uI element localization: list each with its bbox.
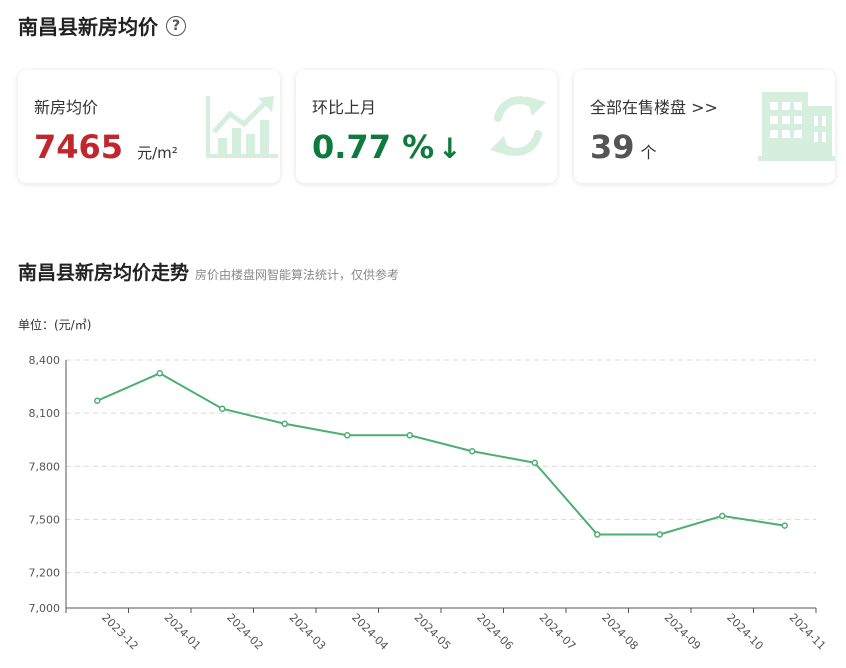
avg-price-unit: 元/m²	[137, 144, 178, 162]
x-tick-label: 2023-12	[99, 611, 141, 653]
x-tick-label: 2024-09	[662, 611, 704, 653]
avg-price-card: 新房均价 7465 元/m²	[18, 70, 280, 183]
x-tick-label: 2024-08	[599, 611, 641, 653]
data-point	[594, 531, 601, 538]
chart-growth-icon	[206, 96, 278, 158]
data-point	[156, 370, 163, 377]
mom-label: 环比上月	[312, 98, 377, 117]
data-point	[94, 397, 101, 404]
avg-price-value: 7465	[34, 128, 124, 166]
x-tick-label: 2024-11	[787, 611, 829, 653]
x-tick-label: 2024-01	[162, 611, 204, 653]
arrow-down-icon: ↓	[438, 132, 462, 165]
trend-subtitle: 房价由楼盘网智能算法统计，仅供参考	[195, 268, 400, 282]
y-tick-label: 7,500	[29, 513, 61, 526]
x-tick-label: 2024-07	[537, 611, 579, 653]
y-tick-label: 7,000	[29, 602, 61, 615]
mom-value: 0.77 %	[312, 128, 435, 166]
data-point	[219, 405, 226, 412]
avg-price-value-row: 7465 元/m²	[34, 128, 178, 166]
data-point	[719, 512, 726, 520]
data-point	[344, 432, 351, 439]
x-tick-label: 2024-06	[474, 611, 516, 653]
listings-card[interactable]: 全部在售楼盘 >> 39 个	[574, 70, 835, 183]
listings-link[interactable]: 全部在售楼盘 >>	[590, 94, 718, 118]
y-tick-label: 7,800	[29, 460, 61, 473]
avg-price-label: 新房均价	[34, 98, 99, 117]
trend-section-title: 南昌县新房均价走势 房价由楼盘网智能算法统计，仅供参考	[18, 258, 399, 285]
refresh-cycle-icon	[490, 96, 546, 156]
building-icon	[758, 92, 835, 161]
x-tick-label: 2024-03	[287, 611, 329, 653]
x-tick-label: 2024-02	[224, 611, 266, 653]
series-line	[96, 372, 785, 536]
listings-value: 39	[590, 128, 635, 166]
mom-card: 环比上月 0.77 % ↓	[296, 70, 557, 183]
data-point	[656, 531, 663, 538]
y-tick-label: 8,100	[29, 407, 61, 420]
help-icon[interactable]: ?	[166, 15, 186, 36]
x-tick-label: 2024-04	[349, 611, 391, 653]
price-trend-chart: 7,000 7,200 7,500 7,800 8,100 8,400 2023-12 202…	[29, 354, 829, 653]
data-point	[781, 522, 788, 529]
trend-title: 南昌县新房均价走势	[18, 262, 190, 284]
listings-unit: 个	[640, 143, 657, 162]
mom-value-row: 0.77 % ↓	[312, 128, 462, 166]
data-point	[406, 432, 413, 439]
listings-value-row: 39 个	[590, 128, 657, 166]
data-point	[281, 420, 288, 428]
x-tick-label: 2024-05	[412, 611, 454, 653]
page-title: 南昌县新房均价 ?	[18, 11, 186, 40]
y-tick-label: 7,200	[29, 567, 61, 580]
data-point	[531, 459, 538, 466]
data-point	[469, 447, 476, 455]
x-tick-label: 2024-10	[724, 611, 766, 653]
chart-unit-label: 单位：(元/㎡)	[18, 318, 92, 332]
y-tick-label: 8,400	[29, 354, 61, 367]
page-title-text: 南昌县新房均价	[18, 15, 158, 39]
